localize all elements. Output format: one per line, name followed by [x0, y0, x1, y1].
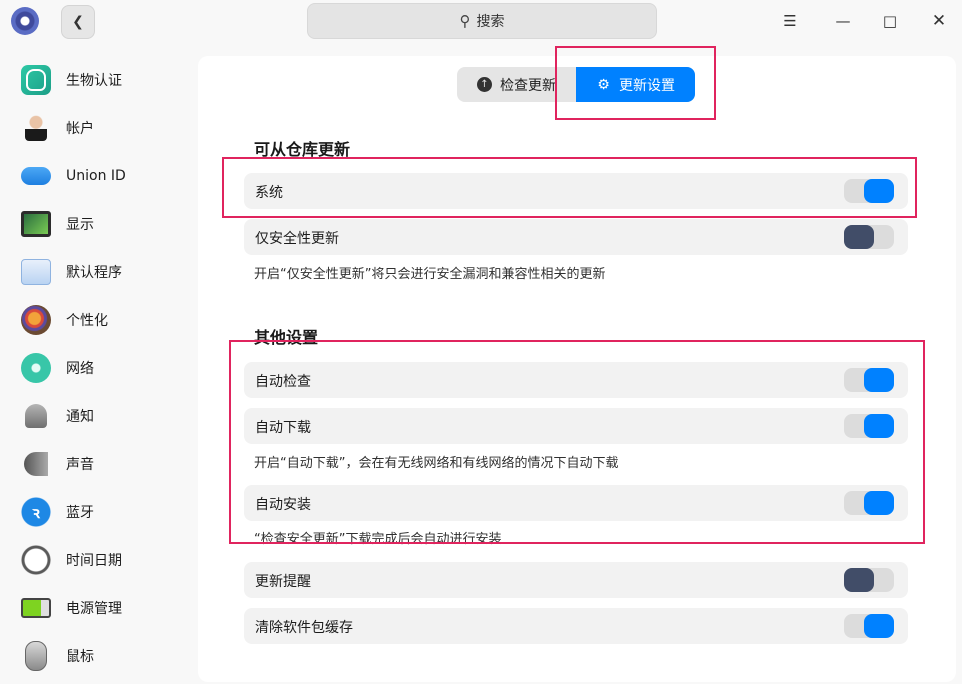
sidebar-item-label: 鼠标: [66, 649, 94, 665]
battery-icon: [21, 593, 51, 623]
tab-check-update[interactable]: ↑ 检查更新: [457, 67, 576, 102]
clear-cache-label: 清除软件包缓存: [255, 620, 353, 636]
mouse-icon: [21, 641, 51, 671]
sidebar-item-label: 电源管理: [66, 601, 122, 617]
system-update-row: 系统: [244, 173, 908, 209]
auto-download-toggle[interactable]: [844, 414, 894, 438]
tab-update-settings[interactable]: ⚙ 更新设置: [576, 67, 695, 102]
toggle-knob: [864, 614, 894, 638]
sidebar-item-sound[interactable]: 声音: [8, 444, 184, 484]
sidebar-item-label: 默认程序: [66, 265, 122, 281]
sidebar-item-display[interactable]: 显示: [8, 204, 184, 244]
auto-check-label: 自动检查: [255, 374, 311, 390]
search-placeholder: 搜索: [476, 14, 505, 30]
security-only-label: 仅安全性更新: [255, 231, 339, 247]
repo-section-title: 可从仓库更新: [254, 140, 351, 159]
arrow-up-circle-icon: ↑: [477, 77, 492, 92]
auto-download-description: 开启“自动下载”，会在有无线网络和有线网络的情况下自动下载: [254, 456, 619, 471]
sidebar-item-personalization[interactable]: 个性化: [8, 300, 184, 340]
security-only-toggle[interactable]: [844, 225, 894, 249]
auto-install-description: “检查安全更新”下载完成后会自动进行安装: [254, 532, 502, 547]
gear-icon: ⚙: [597, 76, 610, 93]
close-icon: ✕: [931, 11, 947, 31]
sidebar-item-label: 网络: [66, 361, 94, 377]
sidebar-item-datetime[interactable]: 时间日期: [8, 540, 184, 580]
cloud-icon: [21, 161, 51, 191]
sidebar-item-account[interactable]: 帐户: [8, 108, 184, 148]
sidebar: 生物认证 帐户 Union ID 显示 默认程序 个性化 网络 通知 声音 ꝛ …: [0, 42, 190, 684]
toggle-knob: [864, 368, 894, 392]
tab-update-settings-label: 更新设置: [619, 77, 675, 94]
clear-cache-toggle[interactable]: [844, 614, 894, 638]
control-center-logo-icon: [11, 7, 39, 35]
auto-download-label: 自动下载: [255, 420, 311, 436]
auto-install-toggle[interactable]: [844, 491, 894, 515]
hamburger-icon: ☰: [783, 12, 797, 30]
chevron-left-icon: ❮: [72, 14, 84, 30]
sidebar-item-power[interactable]: 电源管理: [8, 588, 184, 628]
clock-icon: [21, 545, 51, 575]
default-apps-icon: [21, 257, 51, 287]
display-icon: [21, 209, 51, 239]
system-update-toggle[interactable]: [844, 179, 894, 203]
security-only-row: 仅安全性更新: [244, 219, 908, 255]
toggle-knob: [844, 225, 874, 249]
bell-icon: [21, 401, 51, 431]
auto-check-row: 自动检查: [244, 362, 908, 398]
toggle-knob: [844, 568, 874, 592]
menu-button[interactable]: ☰: [775, 6, 805, 36]
update-tabbar: ↑ 检查更新 ⚙ 更新设置: [457, 67, 695, 102]
close-button[interactable]: ✕: [924, 6, 954, 36]
security-only-description: 开启“仅安全性更新”将只会进行安全漏洞和兼容性相关的更新: [254, 267, 606, 282]
maximize-icon: □: [882, 12, 898, 30]
title-bar: ❮ ⚲ 搜索 ☰ — □ ✕: [0, 0, 962, 42]
toggle-knob: [864, 491, 894, 515]
sidebar-item-label: 个性化: [66, 313, 108, 329]
palette-icon: [21, 305, 51, 335]
sidebar-item-label: 生物认证: [66, 73, 122, 89]
clear-cache-row: 清除软件包缓存: [244, 608, 908, 644]
bluetooth-icon: ꝛ: [21, 497, 51, 527]
update-reminder-toggle[interactable]: [844, 568, 894, 592]
sidebar-item-notification[interactable]: 通知: [8, 396, 184, 436]
sidebar-item-network[interactable]: 网络: [8, 348, 184, 388]
auto-install-row: 自动安装: [244, 485, 908, 521]
search-input[interactable]: ⚲ 搜索: [307, 3, 657, 39]
tab-check-update-label: 检查更新: [500, 77, 556, 94]
sidebar-item-label: 显示: [66, 217, 94, 233]
minimize-button[interactable]: —: [828, 6, 858, 36]
sidebar-item-default-apps[interactable]: 默认程序: [8, 252, 184, 292]
network-icon: [21, 353, 51, 383]
speaker-icon: [21, 449, 51, 479]
sidebar-item-label: 时间日期: [66, 553, 122, 569]
fingerprint-icon: [21, 65, 51, 95]
sidebar-item-biometric[interactable]: 生物认证: [8, 60, 184, 100]
sidebar-item-label: 帐户: [66, 121, 94, 137]
search-icon: ⚲: [459, 12, 471, 30]
sidebar-item-union-id[interactable]: Union ID: [8, 156, 184, 196]
sidebar-item-label: Union ID: [66, 168, 126, 184]
auto-install-label: 自动安装: [255, 497, 311, 513]
sidebar-item-mouse[interactable]: 鼠标: [8, 636, 184, 676]
sidebar-item-bluetooth[interactable]: ꝛ 蓝牙: [8, 492, 184, 532]
update-reminder-row: 更新提醒: [244, 562, 908, 598]
minimize-icon: —: [835, 12, 851, 30]
sidebar-item-label: 声音: [66, 457, 94, 473]
system-update-label: 系统: [255, 185, 283, 201]
toggle-knob: [864, 179, 894, 203]
maximize-button[interactable]: □: [875, 6, 905, 36]
toggle-knob: [864, 414, 894, 438]
sidebar-item-label: 通知: [66, 409, 94, 425]
update-reminder-label: 更新提醒: [255, 574, 311, 590]
account-icon: [21, 113, 51, 143]
auto-download-row: 自动下载: [244, 408, 908, 444]
back-button[interactable]: ❮: [61, 5, 95, 39]
other-section-title: 其他设置: [254, 328, 319, 347]
auto-check-toggle[interactable]: [844, 368, 894, 392]
sidebar-item-label: 蓝牙: [66, 505, 94, 521]
